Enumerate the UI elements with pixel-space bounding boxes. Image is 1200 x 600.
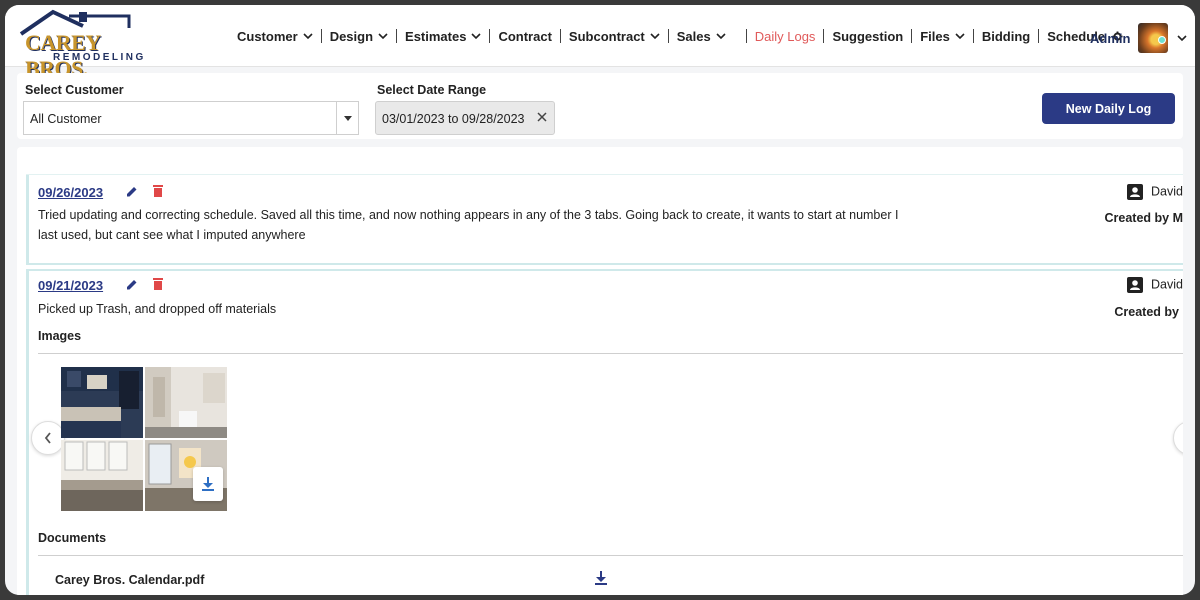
daily-log-entry: 09/26/2023 Tried updating and correcting… xyxy=(26,175,1183,263)
chevron-down-icon xyxy=(471,33,482,40)
nav-label: Sales xyxy=(676,28,711,44)
nav-label: Suggestion xyxy=(832,28,904,44)
images-heading: Images xyxy=(38,329,82,343)
log-user: David xyxy=(1127,184,1183,200)
log-user-name: David xyxy=(1151,184,1183,199)
brand-logo[interactable]: CAREY BROS. REMODELING xyxy=(17,8,143,81)
nav-bidding[interactable]: Bidding xyxy=(974,29,1038,44)
log-created-by: Created by xyxy=(1114,305,1179,319)
customer-select-label: Select Customer xyxy=(25,83,124,97)
image-thumbnail-bathroom[interactable] xyxy=(145,367,227,438)
image-download-button[interactable] xyxy=(193,467,223,501)
chevron-down-icon xyxy=(1177,35,1188,42)
images-divider xyxy=(38,353,1183,354)
nav-label: Contract xyxy=(498,28,552,44)
image-thumbnail-kitchen[interactable] xyxy=(61,367,143,438)
documents-heading: Documents xyxy=(38,531,107,545)
log-description: Tried updating and correcting schedule. … xyxy=(38,208,899,242)
user-badge-icon xyxy=(1127,277,1144,293)
download-icon xyxy=(202,477,214,491)
log-date-link[interactable]: 09/21/2023 xyxy=(38,278,103,293)
chevron-down-icon xyxy=(650,33,660,40)
admin-label: Admin xyxy=(1090,30,1131,46)
app-frame: CAREY BROS. REMODELING Customer Design E… xyxy=(5,5,1195,595)
customer-select[interactable]: All Customer xyxy=(23,101,359,135)
carousel-next-button[interactable] xyxy=(1173,421,1183,455)
close-icon[interactable] xyxy=(536,111,548,123)
nav-label: Estimates xyxy=(405,28,467,44)
documents-divider xyxy=(38,555,1183,556)
caret-down-icon xyxy=(343,115,352,121)
bathroom-photo xyxy=(145,367,227,438)
nav-contract[interactable]: Contract xyxy=(490,29,559,44)
kitchen-photo xyxy=(61,367,143,438)
nav-files[interactable]: Files xyxy=(912,29,973,44)
chevron-down-icon xyxy=(378,33,388,40)
chevron-down-icon xyxy=(716,33,726,40)
daily-log-entry: 09/21/2023 Picked up Trash, and dropped … xyxy=(26,269,1183,595)
nav-label: Subcontract xyxy=(568,28,645,44)
nav-sales[interactable]: Sales xyxy=(669,29,734,44)
nav-label: Files xyxy=(920,28,950,44)
nav-subcontract[interactable]: Subcontract xyxy=(561,29,668,44)
carousel-prev-button[interactable] xyxy=(31,421,65,455)
chevron-left-icon xyxy=(44,432,51,444)
main-nav: Customer Design Estimates Contract Subco… xyxy=(229,5,1131,67)
log-user: David xyxy=(1127,277,1183,293)
brand-tagline: REMODELING xyxy=(53,52,146,63)
nav-label: Bidding xyxy=(981,28,1031,44)
avatar xyxy=(1138,23,1169,53)
dropdown-arrow[interactable] xyxy=(336,102,358,134)
customer-select-value: All Customer xyxy=(30,112,102,126)
user-badge-icon xyxy=(1127,184,1144,200)
top-header: CAREY BROS. REMODELING Customer Design E… xyxy=(5,5,1195,81)
log-created-by: Created by M xyxy=(1104,211,1184,225)
image-thumbnail-cabinets[interactable] xyxy=(61,440,143,511)
log-user-name: David xyxy=(1151,277,1183,292)
trash-icon[interactable] xyxy=(152,184,164,197)
log-description: Picked up Trash, and dropped off materia… xyxy=(38,302,277,316)
nav-customer[interactable]: Customer xyxy=(229,29,321,44)
pencil-icon[interactable] xyxy=(126,278,138,291)
nav-label: Daily Logs xyxy=(754,28,816,44)
date-range-chip[interactable]: 03/01/2023 to 09/28/2023 xyxy=(375,101,555,135)
online-status-dot xyxy=(1158,36,1167,44)
cabinets-photo xyxy=(61,440,143,511)
download-icon[interactable] xyxy=(595,571,607,585)
log-date-link[interactable]: 09/26/2023 xyxy=(38,185,103,200)
date-range-label: Select Date Range xyxy=(377,83,487,97)
pencil-icon[interactable] xyxy=(126,185,138,198)
daily-log-list: 09/26/2023 Tried updating and correcting… xyxy=(17,147,1183,595)
filter-bar: Select Customer All Customer Select Date… xyxy=(17,73,1183,139)
nav-label: Design xyxy=(329,28,374,44)
new-daily-log-button[interactable]: New Daily Log xyxy=(1042,93,1175,124)
nav-estimates[interactable]: Estimates xyxy=(397,29,489,44)
document-row[interactable]: Carey Bros. Calendar.pdf xyxy=(38,561,614,595)
document-name: Carey Bros. Calendar.pdf xyxy=(55,573,205,587)
date-range-value: 03/01/2023 to 09/28/2023 xyxy=(382,112,525,126)
chevron-down-icon xyxy=(955,33,965,40)
nav-design[interactable]: Design xyxy=(322,29,396,44)
nav-suggestion[interactable]: Suggestion xyxy=(824,29,911,44)
nav-daily-logs[interactable]: Daily Logs xyxy=(747,29,824,44)
admin-menu[interactable]: Admin xyxy=(1090,23,1188,53)
chevron-down-icon xyxy=(303,33,313,40)
trash-icon[interactable] xyxy=(152,277,164,290)
nav-label: Customer xyxy=(237,28,298,44)
